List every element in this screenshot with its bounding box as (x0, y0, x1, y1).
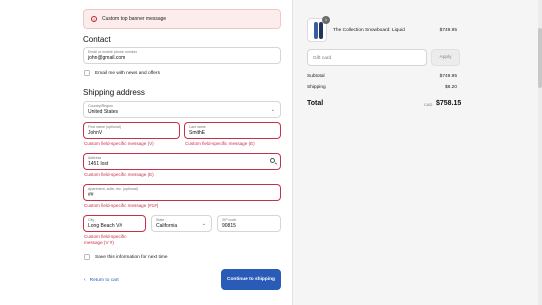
last-name-field[interactable]: Last name SmithE (184, 122, 281, 139)
save-info-checkbox[interactable] (84, 254, 90, 260)
apartment-field[interactable]: Apartment, suite, etc. (optional) ## (83, 184, 281, 201)
state-value: California (156, 222, 178, 229)
first-name-error: Custom field-specific message (V) (84, 141, 154, 146)
scrollbar[interactable] (538, 0, 542, 305)
apartment-value: ## (88, 191, 94, 198)
subtotal-value: $749.95 (439, 74, 457, 79)
first-name-value: JohnV (88, 129, 103, 136)
return-to-cart-label: Return to cart (89, 277, 119, 283)
apply-button[interactable]: Apply (431, 49, 460, 66)
quantity-badge: 1 (322, 16, 330, 24)
total-value: $758.15 (436, 100, 462, 107)
newsletter-row[interactable]: Email me with news and offers (84, 70, 160, 76)
shipping-value: $8.20 (444, 85, 457, 90)
product-name: The Collection Snowboard: Liquid (333, 28, 405, 33)
country-select[interactable]: Country/Region United States ⌄ (83, 101, 281, 118)
scrollbar-thumb[interactable] (538, 28, 542, 88)
contact-heading: Contact (83, 35, 111, 44)
checkout-main: ! Custom top banner message Contact Emai… (0, 0, 292, 305)
top-banner: ! Custom top banner message (83, 9, 281, 29)
banner-text: Custom top banner message (102, 16, 167, 22)
save-info-row[interactable]: Save this information for next time (84, 254, 168, 260)
last-name-value: SmithE (189, 129, 206, 136)
address-value: 1451 lost (88, 160, 109, 167)
zip-field[interactable]: ZIP code 90815 (217, 215, 281, 232)
gift-card-input[interactable]: Gift card (307, 49, 427, 66)
snowboard-image-2 (319, 22, 323, 39)
address-error: Custom field-specific message (E) (84, 172, 154, 177)
shipping-row: Shipping $8.20 (307, 85, 457, 90)
zip-value: 90815 (222, 222, 236, 229)
city-value: Long Beach V# (88, 222, 123, 229)
newsletter-label: Email me with news and offers (95, 70, 160, 76)
state-select[interactable]: State California ⌄ (151, 215, 212, 232)
first-name-field[interactable]: First name (optional) JohnV (83, 122, 180, 139)
chevron-down-icon: ⌄ (201, 221, 206, 227)
snowboard-image (314, 22, 318, 39)
city-field[interactable]: City Long Beach V# (83, 215, 146, 232)
total-label: Total (307, 100, 324, 107)
country-value: United States (88, 108, 119, 115)
last-name-error: Custom field-specific message (E) (185, 141, 255, 146)
email-value: john@gmail.com (88, 54, 126, 61)
chevron-left-icon: ‹ (84, 277, 86, 283)
apartment-error: Custom field-specific message (#1#) (84, 203, 159, 208)
subtotal-label: Subtotal (307, 74, 325, 79)
search-icon (270, 158, 275, 163)
product-price: $749.95 (439, 28, 457, 33)
error-circle-icon: ! (91, 16, 97, 22)
return-to-cart-link[interactable]: ‹ Return to cart (84, 277, 119, 283)
email-field[interactable]: Email or mobile phone number john@gmail.… (83, 47, 281, 64)
city-error: Custom field-specific message (V #) (84, 234, 127, 245)
subtotal-row: Subtotal $749.95 (307, 74, 457, 79)
chevron-down-icon: ⌄ (270, 107, 275, 113)
save-info-label: Save this information for next time (95, 254, 168, 260)
order-summary (292, 0, 542, 305)
shipping-heading: Shipping address (83, 88, 145, 97)
total-currency: CAD (424, 102, 433, 107)
shipping-label: Shipping (307, 85, 326, 90)
newsletter-checkbox[interactable] (84, 70, 90, 76)
address-field[interactable]: Address 1451 lost (83, 153, 281, 170)
continue-to-shipping-button[interactable]: Continue to shipping (221, 269, 281, 290)
